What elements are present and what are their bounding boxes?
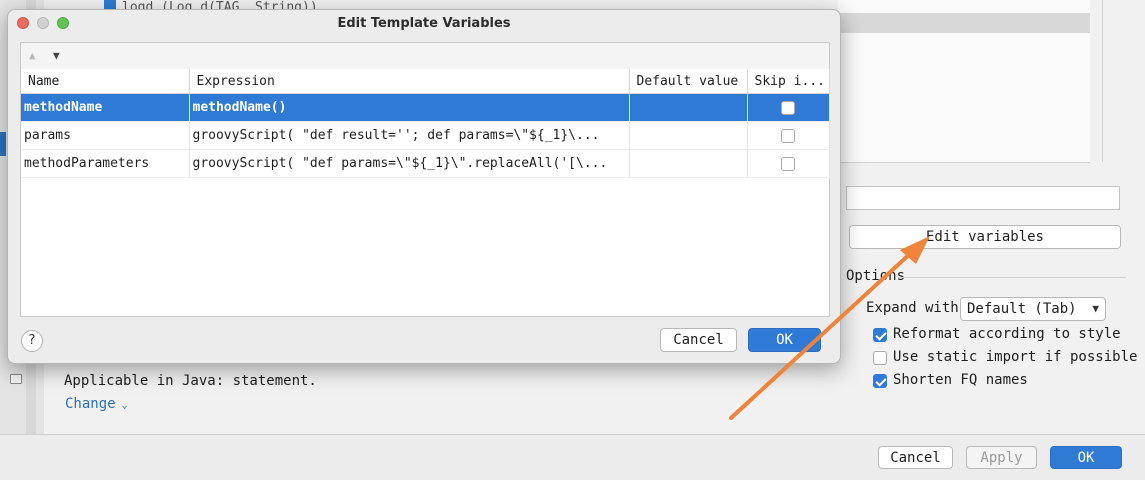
annotation-arrow-shaft [729,250,914,420]
annotation-arrow [729,236,930,420]
